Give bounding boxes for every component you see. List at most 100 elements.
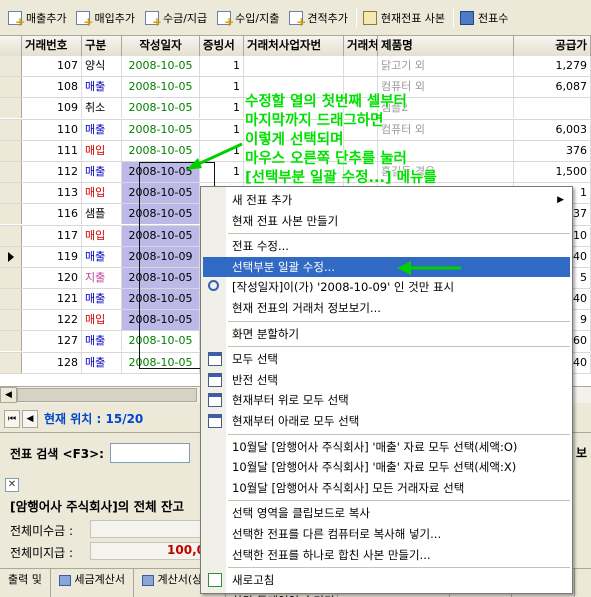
menu-item[interactable]: 10월달 [암행어사 주식회사] '매출' 자료 모두 선택(세액:X) — [203, 457, 570, 477]
cell-transaction-no[interactable]: 113 — [22, 183, 82, 204]
column-header[interactable]: 거래번호 — [22, 36, 82, 56]
menu-item[interactable]: 새 전표 추가 ▶ — [203, 190, 570, 210]
toolbar-button-3[interactable]: 수입/지출 — [213, 5, 285, 31]
menu-item[interactable]: 현재 전표 사본 만들기 — [203, 211, 570, 231]
menu-item[interactable]: 10월달 [암행어사 주식회사] '매출' 자료 모두 선택(세액:O) — [203, 437, 570, 457]
row-indicator[interactable] — [0, 331, 22, 352]
prev-record-icon[interactable]: ◀ — [22, 409, 38, 428]
cell-transaction-no[interactable]: 112 — [22, 161, 82, 182]
menu-item[interactable]: 모두 선택 — [203, 349, 570, 369]
row-indicator[interactable] — [0, 225, 22, 246]
cell-type[interactable]: 매입 — [82, 310, 122, 331]
search-input[interactable] — [109, 443, 190, 463]
row-indicator[interactable] — [0, 352, 22, 373]
cell-date[interactable]: 2008-10-05 — [122, 310, 200, 331]
cell-type[interactable]: 취소 — [82, 98, 122, 119]
cell-customer[interactable] — [344, 56, 378, 76]
bottom-tab[interactable]: 출력 및 — [0, 569, 51, 597]
row-indicator[interactable] — [0, 204, 22, 225]
row-indicator[interactable] — [0, 289, 22, 310]
column-header[interactable]: 거래처사업자번 — [244, 36, 344, 56]
cell-transaction-no[interactable]: 128 — [22, 352, 82, 373]
cell-transaction-no[interactable]: 110 — [22, 119, 82, 140]
cell-transaction-no[interactable]: 108 — [22, 77, 82, 98]
row-indicator[interactable] — [0, 246, 22, 267]
cell-transaction-no[interactable]: 127 — [22, 331, 82, 352]
row-indicator[interactable] — [0, 119, 22, 140]
cell-type[interactable]: 매출 — [82, 289, 122, 310]
cell-type[interactable]: 매출 — [82, 119, 122, 140]
menu-item[interactable]: [작성일자]이(가) '2008-10-09' 인 것만 표시 — [203, 277, 570, 297]
row-indicator[interactable] — [0, 98, 22, 119]
cell-date[interactable]: 2008-10-05 — [122, 56, 200, 76]
cell-transaction-no[interactable]: 117 — [22, 225, 82, 246]
cell-date[interactable]: 2008-10-05 — [122, 183, 200, 204]
menu-item[interactable]: 선택부분 일괄 수정... — [203, 256, 570, 277]
cell-type[interactable]: 양식 — [82, 56, 122, 76]
toolbar-button-5[interactable]: 현재전표 사본 — [359, 5, 451, 31]
cell-type[interactable]: 매출 — [82, 246, 122, 267]
cell-transaction-no[interactable]: 109 — [22, 98, 82, 119]
menu-item[interactable]: 선택한 전표를 하나로 합친 사본 만들기... — [203, 545, 570, 565]
menu-item[interactable]: 10월달 [암행어사 주식회사] 모든 거래자료 선택 — [203, 478, 570, 498]
row-indicator[interactable] — [0, 267, 22, 288]
menu-item[interactable]: 선택한 전표를 다른 컴퓨터로 복사해 넣기... — [203, 524, 570, 544]
toolbar-button-6[interactable]: 전표수 — [456, 5, 514, 31]
cell-date[interactable]: 2008-10-05 — [122, 331, 200, 352]
first-record-icon[interactable]: ⏮ — [4, 409, 20, 428]
cell-transaction-no[interactable]: 116 — [22, 204, 82, 225]
cell-type[interactable]: 매출 — [82, 352, 122, 373]
column-header[interactable]: 공급가 — [514, 36, 591, 56]
toolbar-button-4[interactable]: 견적추가 — [285, 5, 353, 31]
cell-evidence[interactable]: 1 — [200, 77, 244, 98]
cell-date[interactable]: 2008-10-05 — [122, 98, 200, 119]
cell-transaction-no[interactable]: 111 — [22, 140, 82, 161]
menu-item[interactable]: 현재부터 아래로 모두 선택 — [203, 411, 570, 431]
menu-item[interactable]: 현재 전표의 거래처 정보보기... — [203, 298, 570, 318]
cell-date[interactable]: 2008-10-05 — [122, 204, 200, 225]
menu-item[interactable]: 반전 선택 — [203, 370, 570, 390]
cell-date[interactable]: 2008-10-09 — [122, 246, 200, 267]
row-indicator[interactable] — [0, 77, 22, 98]
menu-item[interactable]: 현재부터 위로 모두 선택 — [203, 390, 570, 410]
scroll-left-icon[interactable]: ◀ — [0, 387, 17, 403]
toolbar-button-0[interactable]: 매출추가 — [4, 5, 72, 31]
cell-date[interactable]: 2008-10-05 — [122, 267, 200, 288]
toolbar-button-1[interactable]: 매입추가 — [72, 5, 140, 31]
cell-type[interactable]: 매입 — [82, 140, 122, 161]
row-indicator[interactable] — [0, 183, 22, 204]
menu-item[interactable]: 새로고침 — [203, 570, 570, 590]
cell-type[interactable]: 매입 — [82, 225, 122, 246]
row-indicator[interactable] — [0, 56, 22, 76]
cell-product[interactable]: 닭고기 외 — [378, 56, 514, 76]
column-header[interactable]: 거래처 — [344, 36, 378, 56]
row-indicator[interactable] — [0, 140, 22, 161]
cell-transaction-no[interactable]: 107 — [22, 56, 82, 76]
cell-date[interactable]: 2008-10-05 — [122, 289, 200, 310]
bottom-tab[interactable]: 세금계산서 — [51, 569, 134, 597]
column-header[interactable]: 증빙서 — [200, 36, 244, 56]
cell-type[interactable]: 지출 — [82, 267, 122, 288]
column-header[interactable]: 구분 — [82, 36, 122, 56]
table-row[interactable]: 107 양식 2008-10-05 1 닭고기 외 1,279 — [0, 56, 591, 78]
toolbar-button-2[interactable]: 수금/지급 — [141, 5, 213, 31]
cell-amount[interactable]: 1,279 — [514, 56, 591, 76]
menu-item[interactable]: 전표 수정... — [203, 236, 570, 256]
column-header[interactable]: 작성일자 — [122, 36, 200, 56]
menu-item[interactable]: 하단 통계영역 숨기기 — [203, 591, 570, 597]
close-pane-icon[interactable]: ✕ — [5, 478, 19, 492]
cell-date[interactable]: 2008-10-05 — [122, 77, 200, 98]
cell-type[interactable]: 매출 — [82, 331, 122, 352]
cell-transaction-no[interactable]: 121 — [22, 289, 82, 310]
cell-date[interactable]: 2008-10-05 — [122, 352, 200, 373]
scroll-thumb[interactable] — [17, 388, 197, 402]
menu-item[interactable]: 선택 영역을 클립보드로 복사 — [203, 503, 570, 523]
cell-transaction-no[interactable]: 122 — [22, 310, 82, 331]
cell-type[interactable]: 매출 — [82, 161, 122, 182]
cell-transaction-no[interactable]: 119 — [22, 246, 82, 267]
row-indicator[interactable] — [0, 161, 22, 182]
column-header[interactable]: 제품명 — [378, 36, 514, 56]
cell-evidence[interactable]: 1 — [200, 98, 244, 119]
cell-type[interactable]: 매출 — [82, 77, 122, 98]
row-indicator[interactable] — [0, 310, 22, 331]
